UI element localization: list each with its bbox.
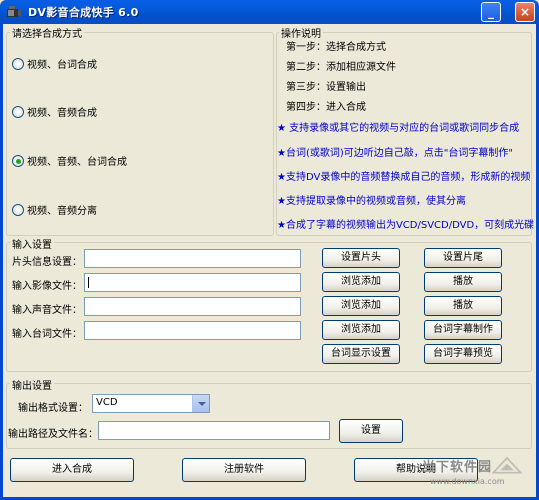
start-synthesis-button[interactable]: 进入合成 bbox=[10, 458, 134, 482]
output-path-field[interactable] bbox=[98, 421, 330, 440]
title-bar[interactable]: DV影音合成快手 6.0 _ × bbox=[0, 0, 539, 24]
chevron-down-icon[interactable] bbox=[192, 395, 209, 412]
output-settings-group-label: 输出设置 bbox=[10, 377, 54, 392]
radio-video-lyrics[interactable]: 视频、台词合成 bbox=[12, 56, 97, 71]
feature-1: ★ 支持录像或其它的视频与对应的台词或歌词同步合成 bbox=[277, 123, 520, 134]
radio-dot[interactable] bbox=[12, 203, 24, 216]
step-2: 第二步：添加相应源文件 bbox=[286, 62, 396, 73]
play-audio-button[interactable]: 播放 bbox=[424, 296, 502, 316]
radio-dot[interactable] bbox=[12, 154, 24, 167]
feature-2: ★台词(或歌词)可边听边自己敲，点击"台词字幕制作" bbox=[277, 148, 513, 159]
window-title: DV影音合成快手 6.0 bbox=[28, 6, 139, 19]
watermark-text: 当下软件园 bbox=[422, 460, 493, 475]
radio-dot[interactable] bbox=[12, 57, 24, 70]
radio-video-audio-separate[interactable]: 视频、音频分离 bbox=[12, 202, 97, 217]
audio-file-label: 输入声音文件： bbox=[12, 305, 82, 316]
browse-video-button[interactable]: 浏览添加 bbox=[322, 272, 400, 292]
radio-label: 视频、台词合成 bbox=[27, 60, 97, 71]
input-settings-group-label: 输入设置 bbox=[10, 236, 54, 251]
browse-audio-button[interactable]: 浏览添加 bbox=[322, 296, 400, 316]
opening-info-label: 片头信息设置： bbox=[12, 257, 82, 268]
video-file-label: 输入影像文件： bbox=[12, 281, 82, 292]
lyrics-file-field[interactable] bbox=[84, 321, 301, 340]
audio-file-field[interactable] bbox=[84, 297, 301, 316]
play-video-button[interactable]: 播放 bbox=[424, 272, 502, 292]
radio-label: 视频、音频分离 bbox=[27, 206, 97, 217]
make-subtitles-button[interactable]: 台词字幕制作 bbox=[424, 320, 502, 340]
set-opening-button[interactable]: 设置片头 bbox=[322, 248, 400, 268]
step-1: 第一步：选择合成方式 bbox=[286, 42, 386, 53]
output-set-button[interactable]: 设置 bbox=[339, 419, 403, 443]
watermark-url: www.downxia.com bbox=[430, 477, 505, 486]
output-format-value: VCD bbox=[96, 397, 118, 408]
browse-lyrics-button[interactable]: 浏览添加 bbox=[322, 320, 400, 340]
output-format-select[interactable]: VCD bbox=[92, 394, 210, 413]
step-3: 第三步：设置输出 bbox=[286, 82, 366, 93]
close-button[interactable]: × bbox=[515, 2, 535, 22]
opening-info-field[interactable] bbox=[84, 249, 301, 268]
feature-5: ★合成了字幕的视频输出为VCD/SVCD/DVD，可刻成光碟 bbox=[277, 220, 535, 231]
register-software-button[interactable]: 注册软件 bbox=[182, 458, 306, 482]
set-ending-button[interactable]: 设置片尾 bbox=[424, 248, 502, 268]
feature-4: ★支持提取录像中的视频或音频，使其分离 bbox=[277, 196, 466, 207]
radio-dot[interactable] bbox=[12, 105, 24, 118]
feature-3: ★支持DV录像中的音频替换成自己的音频，形成新的视频 bbox=[277, 172, 531, 183]
radio-label: 视频、音频合成 bbox=[27, 108, 97, 119]
preview-subtitles-button[interactable]: 台词字幕预览 bbox=[424, 344, 502, 364]
lyrics-file-label: 输入台词文件： bbox=[12, 329, 82, 340]
radio-video-audio-lyrics[interactable]: 视频、音频、台词合成 bbox=[12, 153, 127, 168]
synth-mode-group-label: 请选择合成方式 bbox=[10, 25, 84, 40]
output-path-label: 输出路径及文件名： bbox=[8, 429, 98, 440]
app-icon bbox=[7, 6, 21, 17]
radio-label: 视频、音频、台词合成 bbox=[27, 157, 127, 168]
lyric-display-settings-button[interactable]: 台词显示设置 bbox=[322, 344, 400, 364]
minimize-button[interactable]: _ bbox=[481, 2, 501, 22]
output-format-label: 输出格式设置： bbox=[18, 403, 88, 414]
radio-video-audio[interactable]: 视频、音频合成 bbox=[12, 104, 97, 119]
step-4: 第四步：进入合成 bbox=[286, 102, 366, 113]
video-file-field[interactable] bbox=[84, 273, 301, 292]
